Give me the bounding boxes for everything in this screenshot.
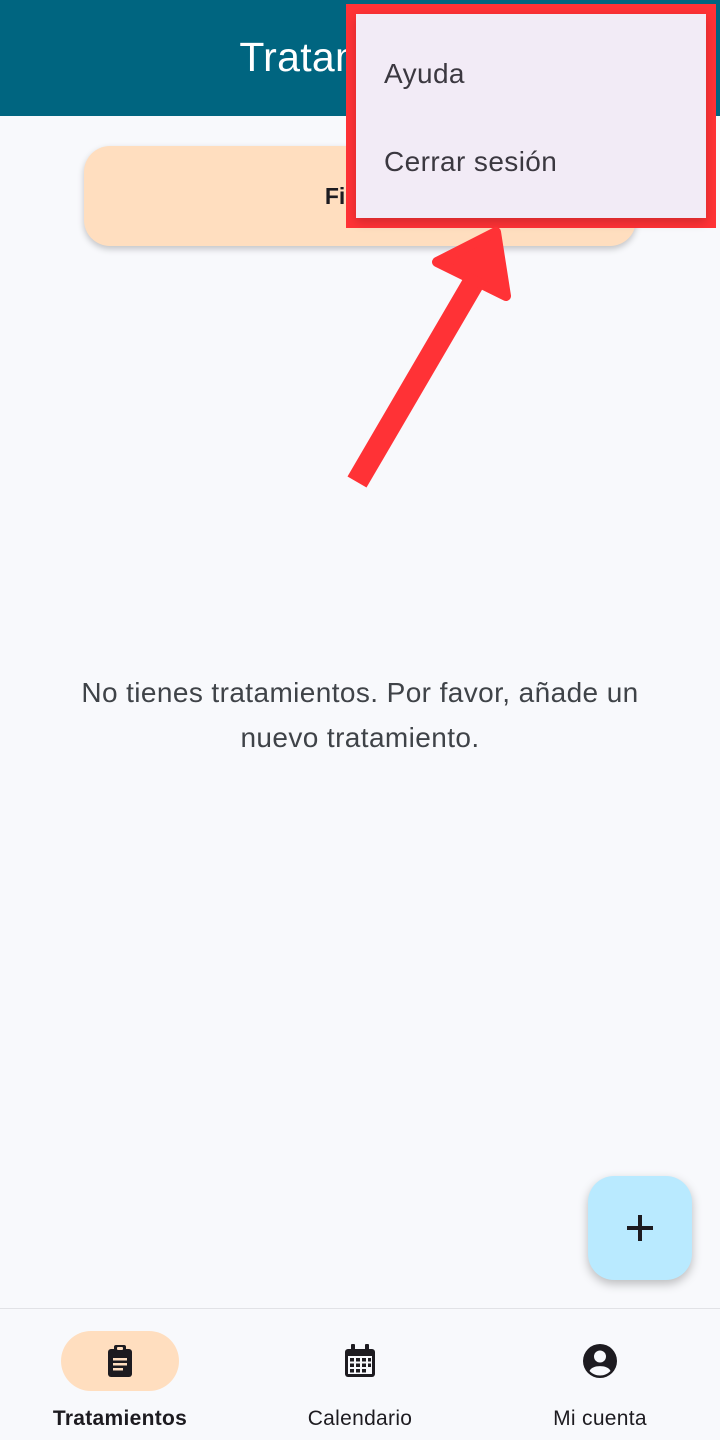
nav-item-calendar[interactable]: Calendario (240, 1309, 480, 1440)
menu-item-label: Cerrar sesión (384, 146, 558, 177)
empty-state-message: No tienes tratamientos. Por favor, añade… (81, 677, 639, 753)
overflow-menu: Ayuda Cerrar sesión (356, 14, 706, 218)
account-circle-icon (583, 1344, 617, 1378)
nav-item-treatments[interactable]: Tratamientos (0, 1309, 240, 1440)
menu-item-label: Ayuda (384, 58, 465, 89)
nav-label-account: Mi cuenta (553, 1407, 647, 1430)
nav-item-account[interactable]: Mi cuenta (480, 1309, 720, 1440)
nav-label-treatments: Tratamientos (52, 1407, 188, 1430)
add-treatment-button[interactable] (588, 1176, 692, 1280)
plus-icon (627, 1215, 653, 1241)
bottom-navigation: Tratamientos Calendario Mi cuenta (0, 1308, 720, 1440)
menu-item-logout[interactable]: Cerrar sesión (356, 118, 706, 206)
menu-item-help[interactable]: Ayuda (356, 30, 706, 118)
calendar-icon (345, 1344, 375, 1377)
clipboard-icon (108, 1345, 132, 1377)
annotation-arrow-shaft (347, 274, 485, 488)
nav-label-calendar: Calendario (307, 1407, 413, 1430)
